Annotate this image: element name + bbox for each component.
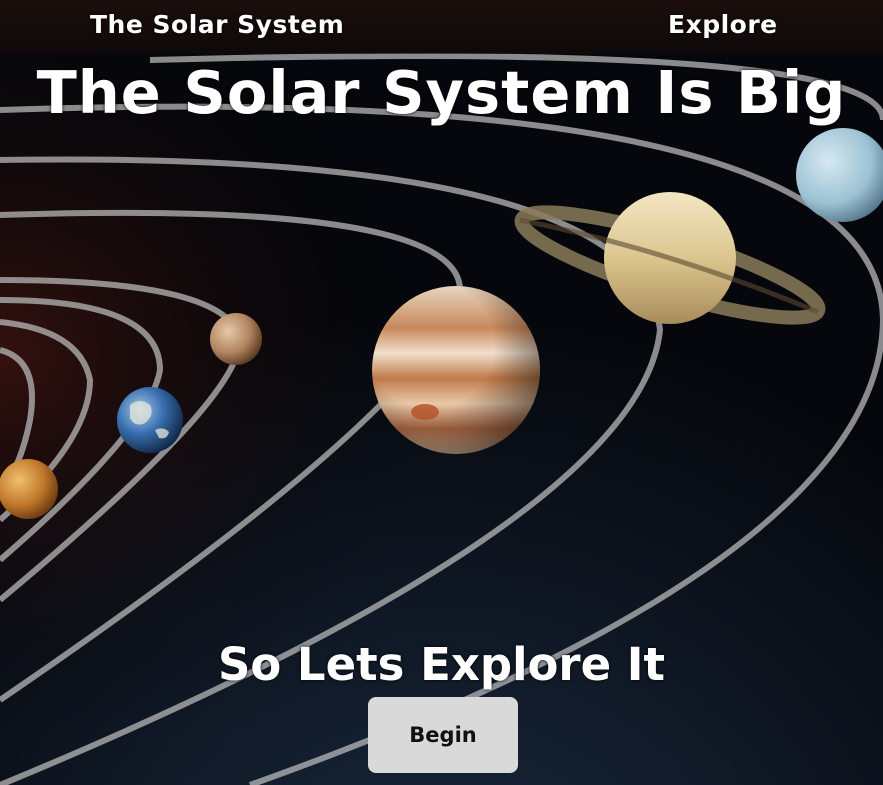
nav-solar-system-link[interactable]: The Solar System (90, 10, 344, 39)
top-navigation: The Solar System Explore (0, 0, 883, 54)
jupiter-planet (372, 286, 540, 454)
begin-button[interactable]: Begin (368, 697, 518, 773)
mars-planet (210, 313, 262, 365)
hero-subtitle: So Lets Explore It (217, 638, 666, 691)
nav-explore-link[interactable]: Explore (668, 10, 778, 39)
hero-title: The Solar System Is Big (36, 58, 847, 127)
venus-planet (0, 459, 58, 519)
earth-planet (117, 387, 183, 453)
